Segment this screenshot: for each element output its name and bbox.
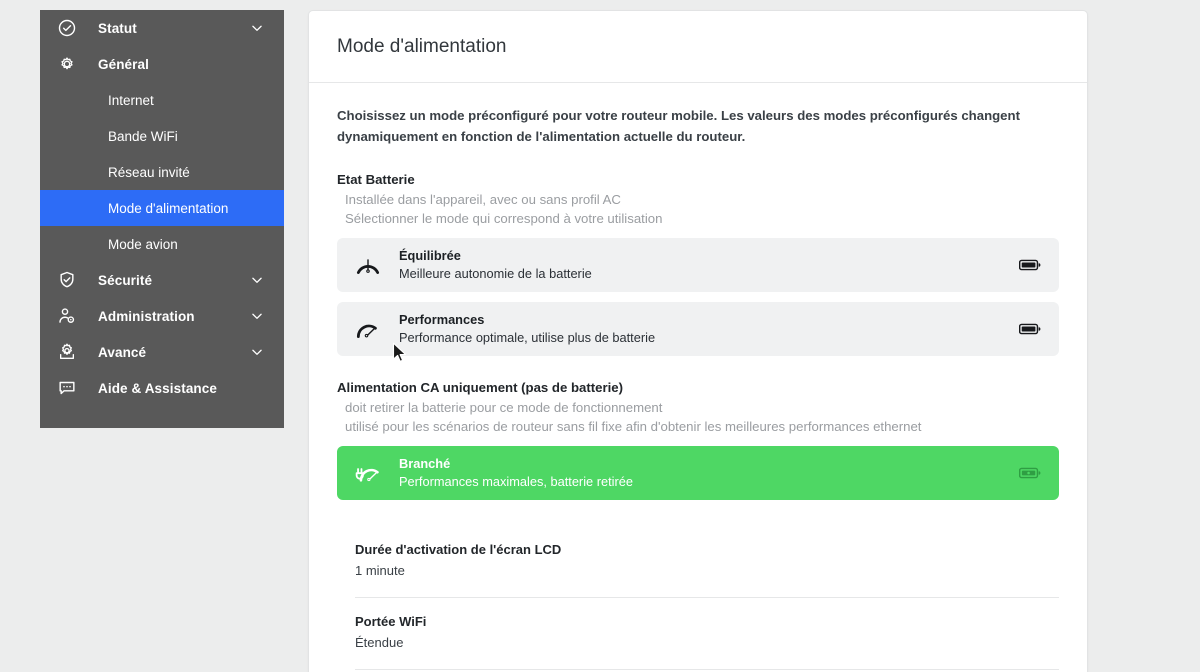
sidebar-item-mode-avion[interactable]: Mode avion bbox=[40, 226, 284, 262]
page-intro-text: Choisissez un mode préconfiguré pour vot… bbox=[337, 108, 1020, 145]
gauge-performance-icon bbox=[351, 316, 385, 342]
sidebar-item-administration[interactable]: Administration bbox=[40, 298, 284, 334]
ac-only-section: Alimentation CA uniquement (pas de batte… bbox=[337, 378, 1059, 500]
ac-section-title: Alimentation CA uniquement (pas de batte… bbox=[337, 379, 623, 395]
setting-row-lcd-timeout[interactable]: Durée d'activation de l'écran LCD 1 minu… bbox=[355, 526, 1059, 598]
sidebar-item-internet[interactable]: Internet bbox=[40, 82, 284, 118]
mode-text: Performances Performance optimale, utili… bbox=[399, 311, 1017, 346]
mode-text: Branché Performances maximales, batterie… bbox=[399, 455, 1017, 490]
battery-section-sub1: Installée dans l'appareil, avec ou sans … bbox=[345, 191, 621, 207]
gear-icon bbox=[56, 53, 78, 75]
chevron-down-icon bbox=[250, 309, 264, 323]
battery-icon bbox=[1017, 259, 1041, 271]
sidebar-item-general[interactable]: Général bbox=[40, 46, 284, 82]
mode-name: Équilibrée bbox=[399, 248, 461, 264]
sidebar-item-bande-wifi[interactable]: Bande WiFi bbox=[40, 118, 284, 154]
battery-section-sub2: Sélectionner le mode qui correspond à vo… bbox=[345, 210, 663, 226]
sidebar-item-reseau-invite[interactable]: Réseau invité bbox=[40, 154, 284, 190]
ac-section-sub2: utilisé pour les scénarios de routeur sa… bbox=[345, 418, 922, 434]
sidebar-item-mode-alimentation[interactable]: Mode d'alimentation bbox=[40, 190, 284, 226]
shield-check-icon bbox=[56, 269, 78, 291]
setting-label: Durée d'activation de l'écran LCD bbox=[355, 541, 562, 557]
battery-state-section: Etat Batterie Installée dans l'appareil,… bbox=[337, 170, 1059, 356]
page-title: Mode d'alimentation bbox=[337, 35, 507, 57]
app-root: Statut Général Internet Bande WiFi Résea… bbox=[0, 0, 1200, 672]
main-content-card: Mode d'alimentation Choisissez un mode p… bbox=[308, 10, 1088, 672]
sidebar-subitem-label: Mode avion bbox=[108, 236, 178, 252]
sidebar-subitem-label: Réseau invité bbox=[108, 164, 190, 180]
user-gear-icon bbox=[56, 305, 78, 327]
chat-bubble-icon bbox=[56, 377, 78, 399]
mode-description: Performances maximales, batterie retirée bbox=[399, 474, 633, 490]
gear-box-icon bbox=[56, 341, 78, 363]
mode-name: Performances bbox=[399, 312, 485, 328]
mode-option-performances[interactable]: Performances Performance optimale, utili… bbox=[337, 301, 1059, 356]
mode-description: Performance optimale, utilise plus de ba… bbox=[399, 330, 656, 346]
ac-section-sub1: doit retirer la batterie pour ce mode de… bbox=[345, 399, 663, 415]
gauge-plugged-icon bbox=[351, 460, 385, 486]
sidebar-subitem-label: Bande WiFi bbox=[108, 128, 178, 144]
battery-removed-icon bbox=[1017, 467, 1041, 479]
gauge-balanced-icon bbox=[351, 252, 385, 278]
chevron-down-icon bbox=[250, 345, 264, 359]
mode-name: Branché bbox=[399, 456, 451, 472]
sidebar-subitem-label: Internet bbox=[108, 92, 154, 108]
sidebar-item-label: Aide & Assistance bbox=[98, 380, 217, 396]
battery-icon bbox=[1017, 323, 1041, 335]
battery-section-title: Etat Batterie bbox=[337, 171, 415, 187]
card-body: Choisissez un mode préconfiguré pour vot… bbox=[309, 83, 1087, 672]
mode-option-equilibree[interactable]: Équilibrée Meilleure autonomie de la bat… bbox=[337, 237, 1059, 292]
sidebar-item-securite[interactable]: Sécurité bbox=[40, 262, 284, 298]
sidebar-item-statut[interactable]: Statut bbox=[40, 10, 284, 46]
sidebar-item-aide-assistance[interactable]: Aide & Assistance bbox=[40, 370, 284, 406]
card-header: Mode d'alimentation bbox=[309, 11, 1087, 83]
check-circle-icon bbox=[56, 17, 78, 39]
sidebar-item-label: Général bbox=[98, 56, 149, 72]
sidebar-item-avance[interactable]: Avancé bbox=[40, 334, 284, 370]
setting-value: Étendue bbox=[355, 635, 404, 651]
mode-option-branche[interactable]: Branché Performances maximales, batterie… bbox=[337, 445, 1059, 500]
sidebar-item-label: Statut bbox=[98, 20, 137, 36]
sidebar-item-label: Administration bbox=[98, 308, 195, 324]
chevron-down-icon bbox=[250, 273, 264, 287]
setting-label: Portée WiFi bbox=[355, 613, 427, 629]
sidebar-subitem-label: Mode d'alimentation bbox=[108, 200, 229, 216]
settings-list: Durée d'activation de l'écran LCD 1 minu… bbox=[337, 526, 1059, 672]
mode-description: Meilleure autonomie de la batterie bbox=[399, 266, 592, 282]
sidebar: Statut Général Internet Bande WiFi Résea… bbox=[40, 10, 284, 428]
setting-row-wifi-range[interactable]: Portée WiFi Étendue bbox=[355, 598, 1059, 670]
sidebar-item-label: Sécurité bbox=[98, 272, 153, 288]
chevron-down-icon bbox=[250, 21, 264, 35]
setting-value: 1 minute bbox=[355, 563, 405, 579]
mode-text: Équilibrée Meilleure autonomie de la bat… bbox=[399, 247, 1017, 282]
sidebar-item-label: Avancé bbox=[98, 344, 147, 360]
